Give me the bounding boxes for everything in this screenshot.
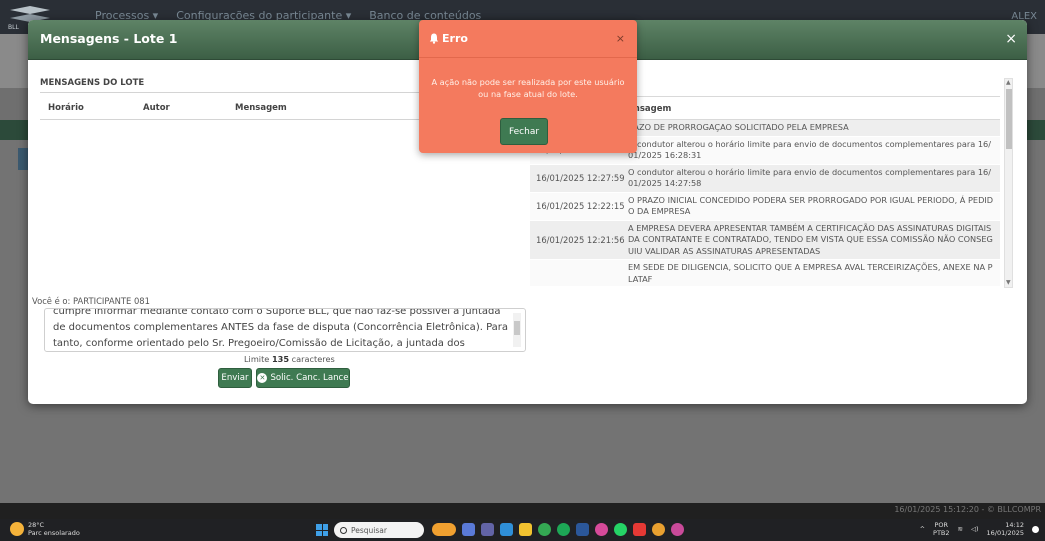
char-limit: Limite 135 caracteres	[244, 354, 335, 364]
weather-widget[interactable]: 28°C Parc ensolarado	[10, 521, 80, 537]
table-row: 16/01/2025 12:27:59 O condutor alterou o…	[530, 164, 1000, 193]
close-error-button[interactable]: Fechar	[500, 118, 548, 145]
search-icon	[340, 526, 347, 534]
keyboard-layout: PTB2	[933, 529, 950, 537]
windows-taskbar: 28°C Parc ensolarado Pesquisar ^ POR PTB…	[0, 519, 1045, 541]
taskbar-search[interactable]: Pesquisar	[334, 522, 424, 538]
textarea-scrollbar-thumb[interactable]	[514, 321, 520, 335]
whatsapp-icon[interactable]	[614, 523, 627, 536]
taskbar-search-label: Pesquisar	[351, 525, 387, 535]
error-dialog-header: Erro ×	[419, 20, 637, 58]
error-dialog: Erro × A ação não pode ser realizada por…	[419, 20, 637, 153]
weather-condition: Parc ensolarado	[28, 529, 80, 537]
app-footer	[0, 503, 1045, 519]
modal-close-button[interactable]: ×	[1005, 31, 1017, 47]
message-text[interactable]: cumpre informar mediante contato com o S…	[53, 309, 513, 351]
participant-label: Você é o: PARTICIPANTE 081	[32, 296, 150, 306]
svg-text:BLL: BLL	[8, 24, 19, 30]
chevron-up-icon[interactable]: ^	[920, 525, 925, 533]
app-icon[interactable]	[595, 523, 608, 536]
messages-scrollbar[interactable]: ▲ ▼	[1004, 78, 1013, 288]
language-code: POR	[934, 521, 949, 529]
edge-icon[interactable]	[500, 523, 513, 536]
sun-icon	[10, 522, 24, 536]
system-tray: ^ POR PTB2 ≋ ◁) 14:12 16/01/2025	[920, 521, 1039, 537]
cancel-bid-request-button[interactable]: ✕ Solic. Canc. Lance	[256, 368, 350, 388]
widget-icon[interactable]	[432, 523, 456, 536]
table-row: 16/01/2025 12:21:56 A EMPRESA DEVERA APR…	[530, 220, 1000, 260]
scrollbar-thumb[interactable]	[1006, 89, 1012, 149]
row-message: RAZO DE PRORROGAÇAO SOLICITADO PELA EMPR…	[628, 122, 849, 132]
row-time: 16/01/2025 12:27:59	[536, 173, 625, 183]
clock-date: 16/01/2025	[986, 529, 1024, 537]
row-message: EM SEDE DE DILIGENCIA, SOLICITO QUE A EM…	[628, 262, 993, 284]
table-row: 16/01/2025 12:22:15 O PRAZO INICIAL CONC…	[530, 192, 1000, 221]
row-time: 16/01/2025 12:21:56	[536, 234, 625, 245]
app-icon-2[interactable]	[671, 523, 684, 536]
message-textarea[interactable]: cumpre informar mediante contato com o S…	[44, 308, 526, 352]
textarea-scrollbar[interactable]	[513, 313, 521, 347]
task-view-icon[interactable]	[462, 523, 475, 536]
row-message: A EMPRESA DEVERA APRESENTAR TAMBÉM A CER…	[628, 222, 993, 256]
clock-time: 14:12	[1005, 521, 1024, 529]
char-limit-value: 135	[271, 354, 290, 364]
spotify-icon[interactable]	[557, 523, 570, 536]
row-message: O PRAZO INICIAL CONCEDIDO PODERA SER PRO…	[628, 194, 994, 217]
taskbar-apps	[432, 523, 684, 536]
modal-title: Mensagens - Lote 1	[40, 31, 178, 46]
notification-icon[interactable]	[1032, 525, 1039, 533]
column-autor: Autor	[143, 103, 170, 113]
browser-icon[interactable]	[652, 523, 665, 536]
send-button[interactable]: Enviar	[218, 368, 252, 388]
column-horario: Horário	[48, 103, 84, 113]
row-time: 16/01/2025 12:22:15	[536, 201, 625, 211]
row-message: O condutor alterou o horário limite para…	[628, 138, 992, 161]
lot-messages-title: MENSAGENS DO LOTE	[40, 78, 145, 88]
teams-icon[interactable]	[481, 523, 494, 536]
clock[interactable]: 14:12 16/01/2025	[987, 521, 1024, 537]
table-row: EM SEDE DE DILIGENCIA, SOLICITO QUE A EM…	[530, 260, 1000, 286]
chrome-icon[interactable]	[538, 523, 551, 536]
word-icon[interactable]	[576, 523, 589, 536]
weather-temperature: 28°C	[28, 521, 45, 529]
volume-icon[interactable]: ◁)	[971, 525, 979, 533]
windows-start-icon[interactable]	[316, 524, 328, 536]
error-title: Erro	[442, 32, 468, 45]
column-mensagem: Mensagem	[235, 103, 287, 113]
scroll-up-icon[interactable]: ▲	[1006, 80, 1011, 86]
error-close-button[interactable]: ×	[616, 32, 625, 45]
wifi-icon[interactable]: ≋	[958, 525, 963, 533]
bell-icon	[429, 33, 439, 44]
weather-text: 28°C Parc ensolarado	[28, 521, 80, 537]
row-message: O condutor alterou o horário limite para…	[628, 166, 992, 189]
x-circle-icon: ✕	[257, 373, 268, 383]
row-time	[530, 260, 626, 286]
footer-timestamp: 16/01/2025 15:12:20 - © BLLCOMPR	[894, 505, 1041, 514]
char-limit-prefix: Limite	[244, 354, 270, 364]
error-message: A ação não pode ser realizada por este u…	[431, 77, 625, 99]
pdf-icon[interactable]	[633, 523, 646, 536]
file-explorer-icon[interactable]	[519, 523, 532, 536]
language-indicator[interactable]: POR PTB2	[933, 521, 950, 537]
scroll-down-icon[interactable]: ▼	[1006, 280, 1011, 286]
char-limit-suffix: caracteres	[291, 354, 335, 364]
cancel-bid-request-label: Solic. Canc. Lance	[270, 373, 349, 383]
